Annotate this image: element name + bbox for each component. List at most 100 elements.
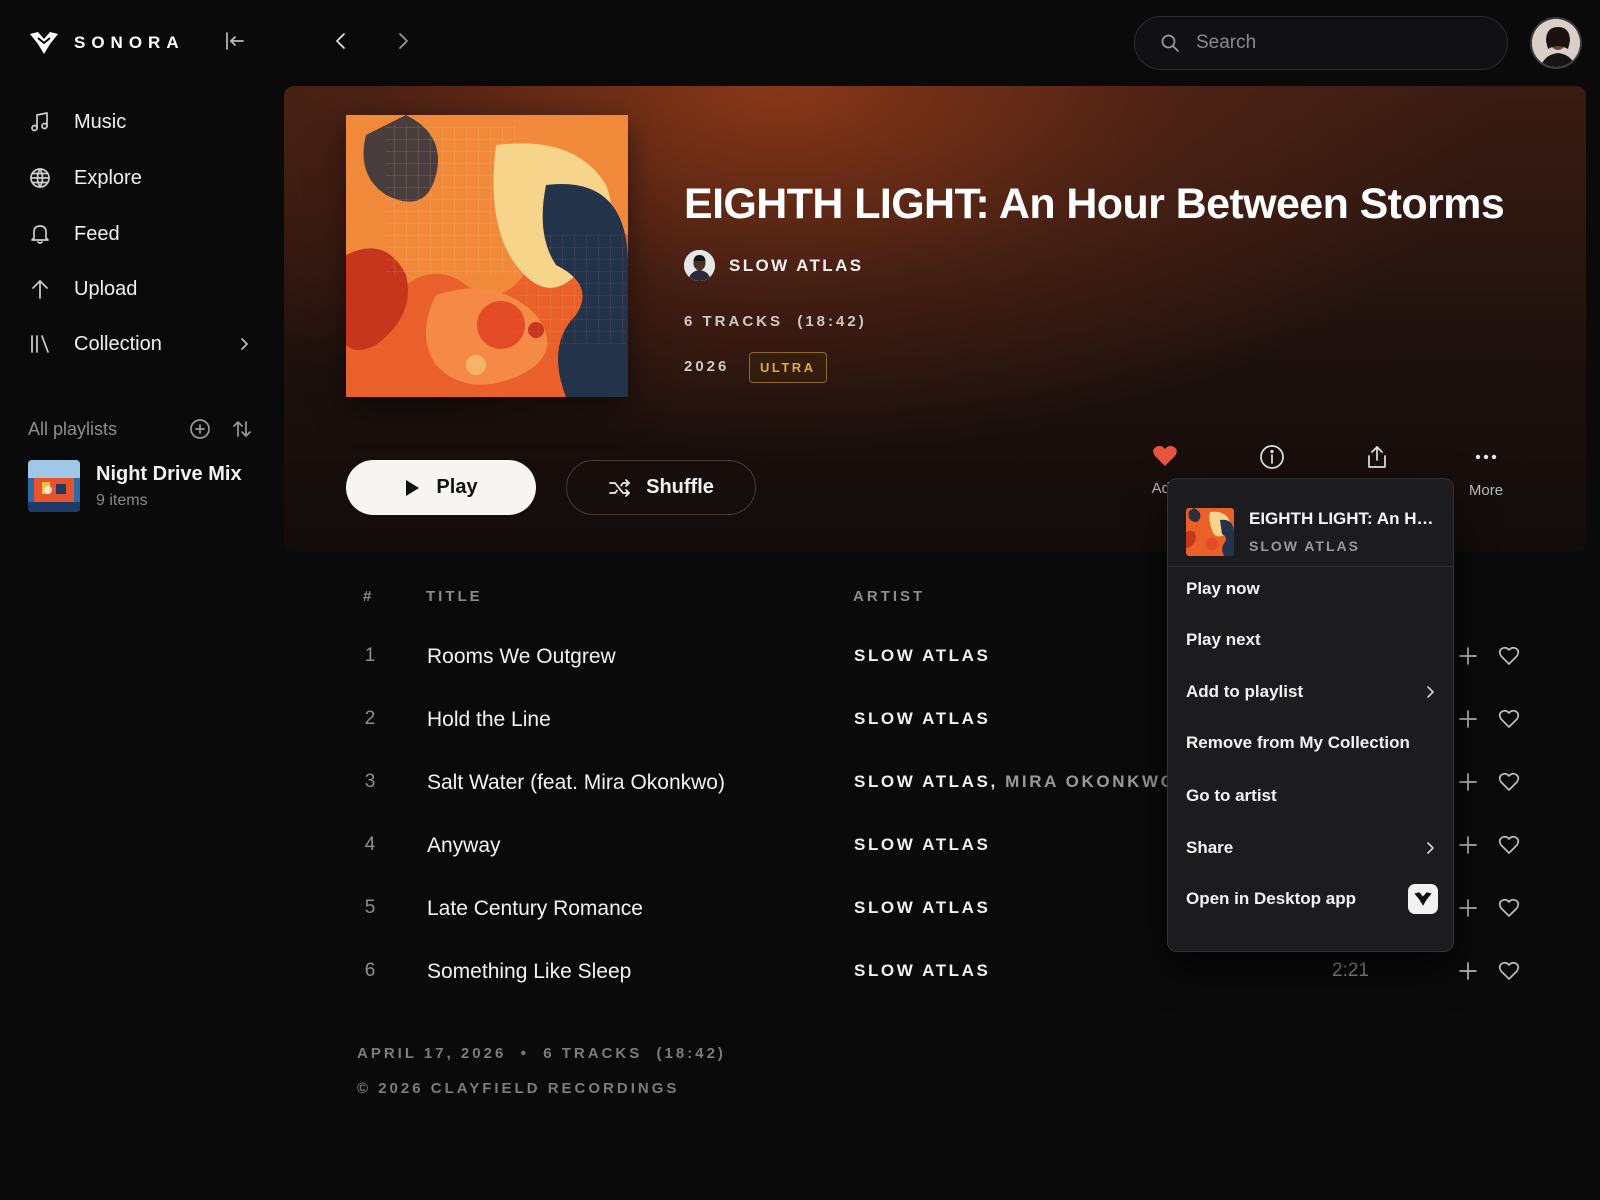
artist-avatar xyxy=(684,250,715,281)
search-input[interactable] xyxy=(1196,32,1476,54)
play-button-label: Play xyxy=(436,476,478,498)
info-icon xyxy=(1259,444,1285,470)
album-title: EIGHTH LIGHT: An Hour Between Storms xyxy=(684,180,1505,228)
bell-icon xyxy=(28,222,52,246)
search-bar[interactable] xyxy=(1134,16,1508,70)
share-action[interactable] xyxy=(1337,444,1417,470)
track-artist[interactable]: SLOW ATLAS, MIRA OKONKWO xyxy=(854,772,1176,792)
sidebar-item-music[interactable]: Music xyxy=(28,110,253,134)
track-artist[interactable]: SLOW ATLAS xyxy=(854,646,990,666)
track-artist[interactable]: SLOW ATLAS xyxy=(854,898,990,918)
sidebar-item-explore[interactable]: Explore xyxy=(28,166,253,190)
context-menu-header: EIGHTH LIGHT: An Hour Between Storms SLO… xyxy=(1168,479,1453,567)
add-track-icon[interactable] xyxy=(1457,771,1479,793)
arrow-up-icon xyxy=(28,277,52,301)
shuffle-icon xyxy=(608,478,632,498)
album-track-count: 6 TRACKS (18:42) xyxy=(684,313,867,330)
playlists-header: All playlists xyxy=(28,418,253,440)
add-track-icon[interactable] xyxy=(1457,960,1479,982)
album-year: 2026 xyxy=(684,358,730,375)
menu-item-label: Open in Desktop app xyxy=(1186,889,1357,908)
sidebar-item-label: Music xyxy=(74,110,127,133)
shuffle-button-label: Shuffle xyxy=(646,476,714,498)
add-track-icon[interactable] xyxy=(1457,708,1479,730)
menu-item-label: Remove from My Collection xyxy=(1186,733,1410,752)
brand-logo[interactable]: SONORA xyxy=(28,30,185,56)
collapse-sidebar-icon[interactable] xyxy=(224,30,246,52)
user-avatar[interactable] xyxy=(1530,17,1582,69)
sidebar-item-feed[interactable]: Feed xyxy=(28,222,253,246)
heart-outline-icon[interactable] xyxy=(1498,708,1520,730)
track-title[interactable]: Anyway xyxy=(427,834,501,858)
playlist-count: 9 items xyxy=(96,491,148,509)
playlist-item[interactable]: Night Drive Mix 9 items xyxy=(28,460,242,512)
track-title[interactable]: Hold the Line xyxy=(427,708,551,732)
sort-icon[interactable] xyxy=(231,418,253,440)
more-action[interactable]: More xyxy=(1446,444,1526,499)
menu-item-play-now[interactable]: Play now xyxy=(1186,579,1438,599)
shuffle-button[interactable]: Shuffle xyxy=(566,460,756,515)
track-number: 5 xyxy=(364,897,376,918)
menu-item-remove-from-collection[interactable]: Remove from My Collection xyxy=(1186,733,1438,753)
release-info: APRIL 17, 2026 • 6 TRACKS (18:42) xyxy=(357,1045,726,1062)
play-button[interactable]: Play xyxy=(346,460,536,515)
desktop-app-icon xyxy=(1408,884,1438,914)
heart-outline-icon[interactable] xyxy=(1498,960,1520,982)
library-icon xyxy=(28,332,52,356)
column-header-title[interactable]: TITLE xyxy=(426,588,483,605)
sidebar-item-label: Explore xyxy=(74,166,142,189)
add-track-icon[interactable] xyxy=(1457,834,1479,856)
album-cover xyxy=(346,115,628,397)
album-artist-link[interactable]: SLOW ATLAS xyxy=(684,250,863,281)
menu-item-add-to-playlist[interactable]: Add to playlist xyxy=(1186,682,1438,702)
column-header-number: # xyxy=(363,588,375,605)
menu-item-label: Play next xyxy=(1186,630,1261,649)
track-number: 6 xyxy=(364,960,376,981)
heart-outline-icon[interactable] xyxy=(1498,897,1520,919)
context-menu: EIGHTH LIGHT: An Hour Between Storms SLO… xyxy=(1167,478,1454,952)
playlist-name: Night Drive Mix xyxy=(96,462,242,485)
menu-item-label: Share xyxy=(1186,838,1234,857)
sidebar-item-label: Upload xyxy=(74,277,138,300)
playlists-header-label: All playlists xyxy=(28,418,118,439)
more-dots-icon xyxy=(1473,444,1499,470)
add-track-icon[interactable] xyxy=(1457,645,1479,667)
track-title[interactable]: Salt Water (feat. Mira Okonkwo) xyxy=(427,771,725,795)
back-arrow-icon[interactable] xyxy=(330,30,352,52)
quality-badge: ULTRA xyxy=(749,352,827,383)
add-playlist-icon[interactable] xyxy=(189,418,211,440)
menu-item-share[interactable]: Share xyxy=(1186,838,1438,858)
add-track-icon[interactable] xyxy=(1457,897,1479,919)
menu-album-title: EIGHTH LIGHT: An Hour Between Storms xyxy=(1249,509,1439,528)
column-header-artist[interactable]: ARTIST xyxy=(853,588,925,605)
chevron-right-icon xyxy=(1422,684,1438,700)
track-artist[interactable]: SLOW ATLAS xyxy=(854,835,990,855)
sidebar-item-collection[interactable]: Collection xyxy=(28,332,253,356)
menu-album-thumbnail xyxy=(1186,507,1234,556)
heart-outline-icon[interactable] xyxy=(1498,834,1520,856)
forward-arrow-icon[interactable] xyxy=(392,30,414,52)
heart-outline-icon[interactable] xyxy=(1498,645,1520,667)
playlist-thumbnail xyxy=(28,460,80,512)
track-title[interactable]: Late Century Romance xyxy=(427,897,643,921)
table-row[interactable]: 6 Something Like Sleep SLOW ATLAS 2:21 xyxy=(350,960,1530,1022)
sidebar-item-upload[interactable]: Upload xyxy=(28,277,253,301)
info-action[interactable] xyxy=(1232,444,1312,470)
sonora-logo-icon xyxy=(30,32,58,54)
chevron-right-icon xyxy=(1422,840,1438,856)
menu-item-play-next[interactable]: Play next xyxy=(1186,630,1438,650)
heart-outline-icon[interactable] xyxy=(1498,771,1520,793)
artist-name: SLOW ATLAS xyxy=(729,255,864,275)
track-title[interactable]: Something Like Sleep xyxy=(427,960,631,984)
sidebar-item-label: Feed xyxy=(74,222,120,245)
track-title[interactable]: Rooms We Outgrew xyxy=(427,645,616,669)
menu-item-go-to-artist[interactable]: Go to artist xyxy=(1186,786,1438,806)
chevron-right-icon xyxy=(235,335,253,353)
track-number: 4 xyxy=(364,834,376,855)
menu-item-label: Go to artist xyxy=(1186,786,1277,805)
menu-item-label: Play now xyxy=(1186,579,1260,598)
track-artist[interactable]: SLOW ATLAS xyxy=(854,961,990,981)
menu-item-open-desktop-app[interactable]: Open in Desktop app xyxy=(1186,884,1438,914)
track-artist[interactable]: SLOW ATLAS xyxy=(854,709,990,729)
globe-icon xyxy=(28,166,52,190)
